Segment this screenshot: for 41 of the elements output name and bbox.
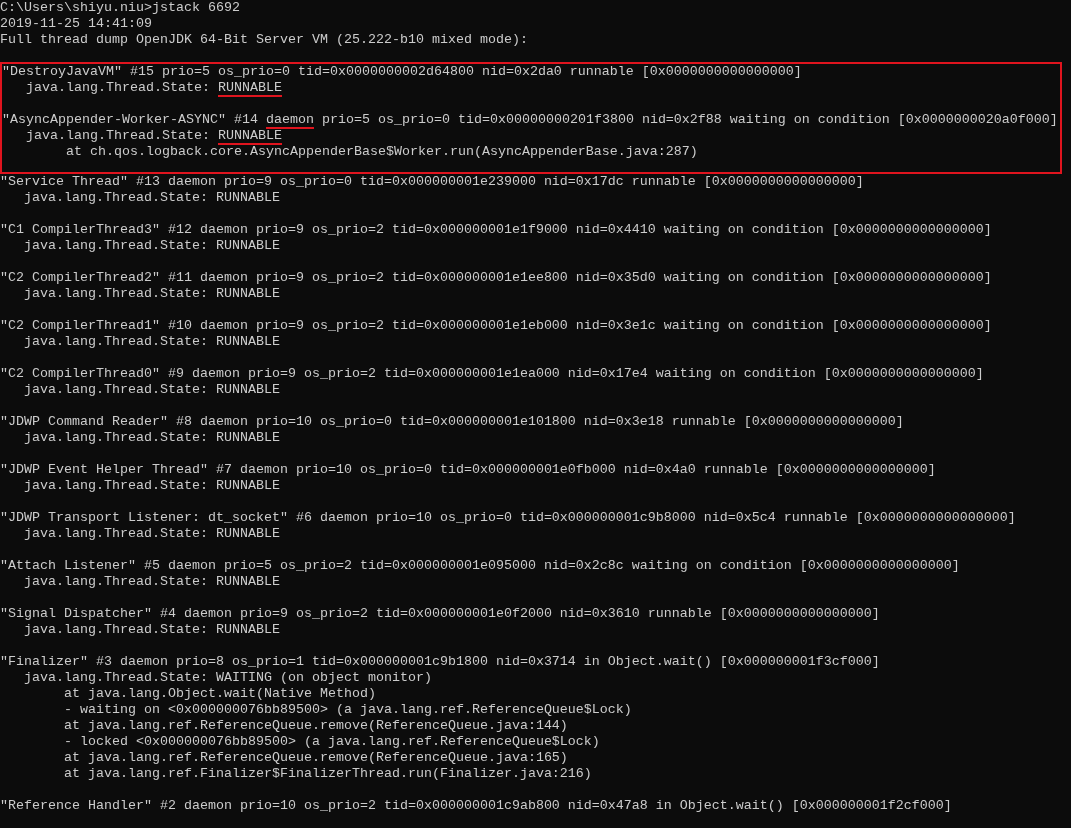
console-text: at java.lang.Object.wait(Native Method) [63,686,376,701]
underlined-text: RUNNABLE [217,128,282,145]
console-text: java.lang.Thread.State: RUNNABLE [23,286,280,301]
underlined-text: RUNNABLE [217,80,282,97]
console-text: java.lang.Thread.State: RUNNABLE [23,526,280,541]
console-text: "Finalizer" #3 daemon prio=8 os_prio=1 tid=0x000000001c9b1800 nid=0x3714 in Object.wait() [0x000000001f3cf000] [0,654,880,669]
console-text: 2019-11-25 14:41:09 [0,16,152,31]
console-text: "JDWP Command Reader" #8 daemon prio=10 os_prio=0 tid=0x000000001e101800 nid=0x3e18 runnable [0x0000000000000000] [0,414,904,429]
console-text: prio=5 os_prio=0 tid=0x00000000201f3800 nid=0x2f88 waiting on condition [0x0000000020a0f000] [320,112,1058,127]
console-text: "JDWP Event Helper Thread" #7 daemon prio=10 os_prio=0 tid=0x000000001e0fb000 nid=0x4a0 runnable [0x0000000000000000] [0,462,936,477]
console-text: "AsyncAppender-Worker-ASYNC" #14 [2,112,259,127]
console-text: - locked <0x000000076bb89500> (a java.lang.ref.ReferenceQueue$Lock) [63,734,600,749]
console-text: java.lang.Thread.State: RUNNABLE [23,382,280,397]
console-text: java.lang.Thread.State: RUNNABLE [23,430,280,445]
console-text: java.lang.Thread.State: RUNNABLE [23,238,280,253]
console-text: "Service Thread" #13 daemon prio=9 os_prio=0 tid=0x000000001e239000 nid=0x17dc runnable [0x0000000000000000] [0,174,864,189]
console-text: C:\Users\shiyu.niu>jstack 6692 [0,0,240,15]
console-text: java.lang.Thread.State: RUNNABLE [23,190,280,205]
console-text: "C1 CompilerThread3" #12 daemon prio=9 os_prio=2 tid=0x000000001e1f9000 nid=0x4410 waiting on condition [0x0000000000000000] [0,222,992,237]
console-text: at java.lang.ref.ReferenceQueue.remove(ReferenceQueue.java:165) [63,750,568,765]
console-text: "C2 CompilerThread1" #10 daemon prio=9 os_prio=2 tid=0x000000001e1eb000 nid=0x3e1c waiting on condition [0x0000000000000000] [0,318,992,333]
console-text: java.lang.Thread.State: [25,80,211,95]
console-text: java.lang.Thread.State: WAITING (on object monitor) [23,670,432,685]
underlined-text: daemon [265,112,314,129]
console-text: "DestroyJavaVM" #15 prio=5 os_prio=0 tid=0x0000000002d64800 nid=0x2da0 runnable [0x0000000000000000] [2,64,802,79]
console-text: "C2 CompilerThread0" #9 daemon prio=9 os_prio=2 tid=0x000000001e1ea000 nid=0x17e4 waiting on condition [0x0000000000000000] [0,366,984,381]
console-text: - waiting on <0x000000076bb89500> (a java.lang.ref.ReferenceQueue$Lock) [63,702,632,717]
console-text: java.lang.Thread.State: RUNNABLE [23,478,280,493]
console-text: at java.lang.ref.ReferenceQueue.remove(ReferenceQueue.java:144) [63,718,568,733]
console-text: "Signal Dispatcher" #4 daemon prio=9 os_prio=2 tid=0x000000001e0f2000 nid=0x3610 runnable [0x0000000000000000] [0,606,880,621]
console-text: java.lang.Thread.State: RUNNABLE [23,622,280,637]
console-text: at ch.qos.logback.core.AsyncAppenderBase$Worker.run(AsyncAppenderBase.java:287) [65,144,698,159]
console-text: "Attach Listener" #5 daemon prio=5 os_prio=2 tid=0x000000001e095000 nid=0x2c8c waiting on condition [0x0000000000000000] [0,558,960,573]
console-text: Full thread dump OpenJDK 64-Bit Server VM (25.222-b10 mixed mode): [0,32,528,47]
console-text: java.lang.Thread.State: RUNNABLE [23,574,280,589]
console-text: "Reference Handler" #2 daemon prio=10 os_prio=2 tid=0x000000001c9ab800 nid=0x47a8 in Object.wait() [0x000000001f2cf000] [0,798,952,813]
console-text: java.lang.Thread.State: [25,128,211,143]
console-text: java.lang.Thread.State: RUNNABLE [23,334,280,349]
console-text: at java.lang.ref.Finalizer$FinalizerThread.run(Finalizer.java:216) [63,766,592,781]
console-text: "JDWP Transport Listener: dt_socket" #6 daemon prio=10 os_prio=0 tid=0x000000001c9b8000 nid=0x5c4 runnable [0x0000000000000000] [0,510,1016,525]
console-text: "C2 CompilerThread2" #11 daemon prio=9 os_prio=2 tid=0x000000001e1ee800 nid=0x35d0 waiting on condition [0x0000000000000000] [0,270,992,285]
